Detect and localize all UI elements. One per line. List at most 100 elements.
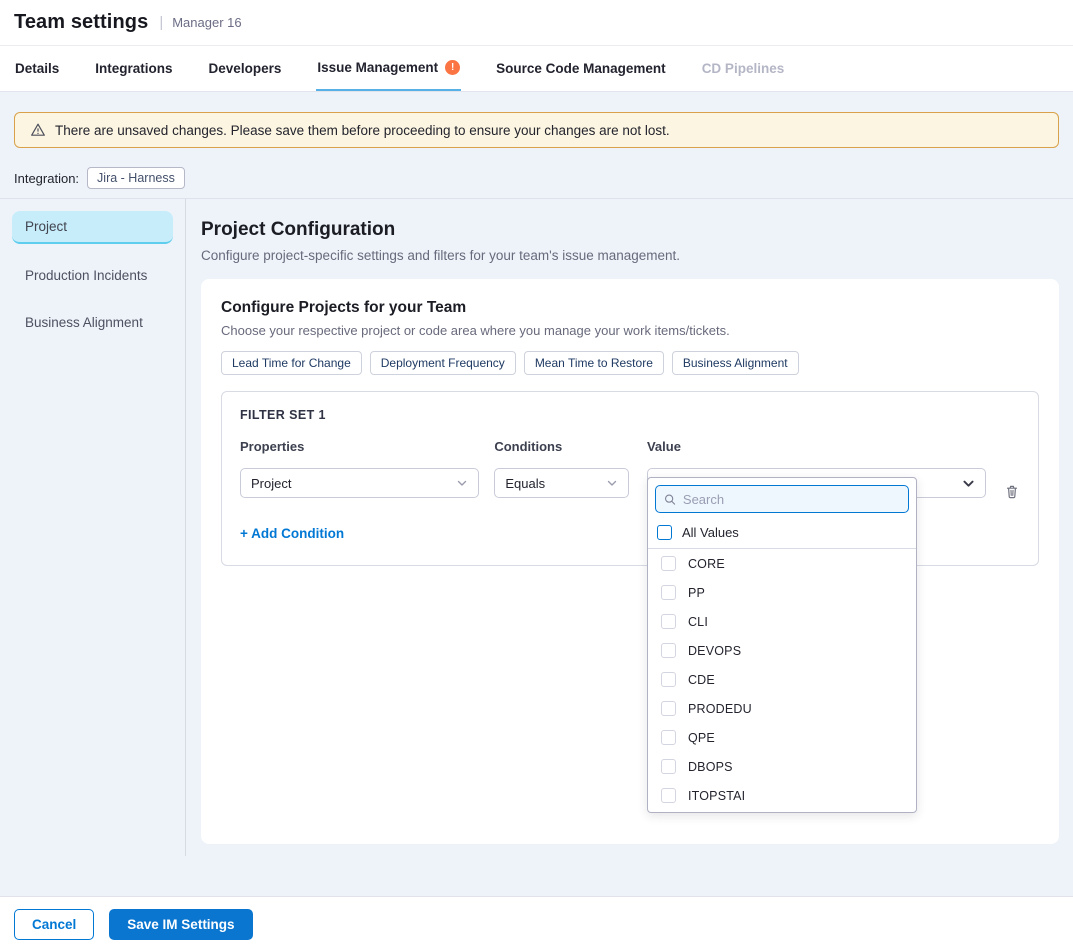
content-area: There are unsaved changes. Please save t… bbox=[0, 92, 1073, 896]
option-label: QPE bbox=[688, 731, 715, 745]
option-label: ITOPSTAI bbox=[688, 789, 745, 803]
all-values-option[interactable]: All Values bbox=[648, 520, 916, 549]
project-config-card: Configure Projects for your Team Choose … bbox=[201, 279, 1059, 844]
page-title: Team settings bbox=[14, 11, 148, 34]
warning-triangle-icon bbox=[30, 122, 46, 138]
dropdown-option-list: CORE PP bbox=[648, 549, 916, 813]
option-label: DBOPS bbox=[688, 760, 733, 774]
search-icon bbox=[664, 493, 676, 506]
all-values-label: All Values bbox=[682, 525, 739, 540]
sidebar-item-label: Project bbox=[25, 219, 67, 234]
option-label: PP bbox=[688, 586, 705, 600]
option-label: PRODEDU bbox=[688, 702, 752, 716]
settings-body: Project Production Incidents Business Al… bbox=[0, 198, 1073, 856]
dropdown-option[interactable]: PP bbox=[648, 578, 916, 607]
dropdown-option[interactable]: QPE bbox=[648, 723, 916, 752]
integration-chip[interactable]: Jira - Harness bbox=[87, 167, 185, 189]
option-label: CORE bbox=[688, 557, 725, 571]
option-checkbox[interactable] bbox=[661, 643, 676, 658]
option-label: CLI bbox=[688, 615, 708, 629]
filter-set: FILTER SET 1 Properties Project Condit bbox=[221, 391, 1039, 566]
sidebar-item[interactable]: Production Incidents bbox=[12, 260, 173, 291]
filter-set-title: FILTER SET 1 bbox=[240, 408, 1020, 422]
option-checkbox[interactable] bbox=[661, 759, 676, 774]
option-checkbox[interactable] bbox=[661, 788, 676, 803]
settings-sidebar: Project Production Incidents Business Al… bbox=[0, 199, 186, 856]
sidebar-item[interactable]: Project bbox=[12, 211, 173, 244]
properties-select[interactable]: Project bbox=[240, 468, 479, 498]
tab[interactable]: Source Code Management bbox=[495, 46, 667, 91]
sidebar-item-label: Business Alignment bbox=[25, 315, 143, 330]
unsaved-changes-banner: There are unsaved changes. Please save t… bbox=[14, 112, 1059, 148]
search-input[interactable] bbox=[683, 492, 900, 507]
option-checkbox[interactable] bbox=[661, 556, 676, 571]
alert-badge-icon: ! bbox=[445, 60, 460, 75]
option-checkbox[interactable] bbox=[661, 701, 676, 716]
tab-bar: Details Integrations Developers Issue Ma… bbox=[0, 46, 1073, 92]
card-title: Configure Projects for your Team bbox=[221, 299, 1039, 317]
save-im-settings-button[interactable]: Save IM Settings bbox=[109, 909, 252, 940]
tab[interactable]: CD Pipelines bbox=[701, 46, 786, 91]
dropdown-search[interactable] bbox=[655, 485, 909, 513]
metric-chip[interactable]: Lead Time for Change bbox=[221, 351, 362, 375]
chevron-down-icon bbox=[606, 477, 618, 489]
banner-text: There are unsaved changes. Please save t… bbox=[55, 123, 670, 138]
cancel-button[interactable]: Cancel bbox=[14, 909, 94, 940]
section-title: Project Configuration bbox=[201, 219, 1059, 241]
conditions-label: Conditions bbox=[494, 439, 629, 454]
option-checkbox[interactable] bbox=[661, 585, 676, 600]
option-checkbox[interactable] bbox=[661, 614, 676, 629]
main-panel: Project Configuration Configure project-… bbox=[186, 199, 1073, 856]
page-header: Team settings | Manager 16 bbox=[0, 0, 1073, 46]
footer-actions: Cancel Save IM Settings bbox=[0, 896, 1073, 951]
tab-label: Developers bbox=[209, 61, 282, 76]
add-condition-button[interactable]: + Add Condition bbox=[240, 526, 344, 541]
dropdown-option[interactable]: CLI bbox=[648, 607, 916, 636]
dropdown-option[interactable]: CDE bbox=[648, 665, 916, 694]
tab-label: Issue Management bbox=[317, 60, 438, 75]
content-spacer bbox=[0, 856, 1073, 896]
all-values-checkbox[interactable] bbox=[657, 525, 672, 540]
title-separator: | bbox=[159, 14, 163, 31]
dropdown-option[interactable]: CORE bbox=[648, 549, 916, 578]
tab-label: CD Pipelines bbox=[702, 61, 785, 76]
delete-condition-button[interactable] bbox=[1004, 483, 1020, 500]
tab-label: Details bbox=[15, 61, 59, 76]
team-settings-page: Team settings | Manager 16 Details Integ… bbox=[0, 0, 1073, 951]
metric-chip[interactable]: Mean Time to Restore bbox=[524, 351, 664, 375]
metric-chips: Lead Time for Change Deployment Frequenc… bbox=[221, 351, 1039, 375]
properties-value: Project bbox=[251, 476, 291, 491]
card-subtitle: Choose your respective project or code a… bbox=[221, 323, 1039, 338]
dropdown-option[interactable]: DEVOPS bbox=[648, 636, 916, 665]
tab[interactable]: Issue Management ! bbox=[316, 46, 461, 91]
properties-label: Properties bbox=[240, 439, 479, 454]
filter-condition-row: Properties Project Conditions Equals bbox=[240, 439, 1020, 500]
option-checkbox[interactable] bbox=[661, 672, 676, 687]
trash-icon bbox=[1004, 483, 1020, 500]
metric-chip[interactable]: Business Alignment bbox=[672, 351, 799, 375]
value-dropdown: All Values CORE bbox=[647, 477, 917, 813]
dropdown-option[interactable]: DBOPS bbox=[648, 752, 916, 781]
team-name: Manager 16 bbox=[172, 15, 241, 30]
option-label: CDE bbox=[688, 673, 715, 687]
conditions-select[interactable]: Equals bbox=[494, 468, 629, 498]
dropdown-option[interactable]: PRODEDU bbox=[648, 694, 916, 723]
integration-label: Integration: bbox=[14, 171, 79, 186]
conditions-value: Equals bbox=[505, 476, 545, 491]
tab[interactable]: Developers bbox=[208, 46, 283, 91]
value-label: Value bbox=[647, 439, 986, 454]
sidebar-item-label: Production Incidents bbox=[25, 268, 147, 283]
chevron-down-icon bbox=[962, 477, 975, 490]
tab-label: Integrations bbox=[95, 61, 172, 76]
tab-label: Source Code Management bbox=[496, 61, 666, 76]
tab[interactable]: Integrations bbox=[94, 46, 173, 91]
section-subtitle: Configure project-specific settings and … bbox=[201, 248, 1059, 263]
dropdown-option[interactable]: ITOPSTAI bbox=[648, 781, 916, 810]
chevron-down-icon bbox=[456, 477, 468, 489]
dropdown-option[interactable]: PIPE bbox=[648, 810, 916, 813]
option-label: DEVOPS bbox=[688, 644, 741, 658]
metric-chip[interactable]: Deployment Frequency bbox=[370, 351, 516, 375]
tab[interactable]: Details bbox=[14, 46, 60, 91]
option-checkbox[interactable] bbox=[661, 730, 676, 745]
sidebar-item[interactable]: Business Alignment bbox=[12, 307, 173, 338]
